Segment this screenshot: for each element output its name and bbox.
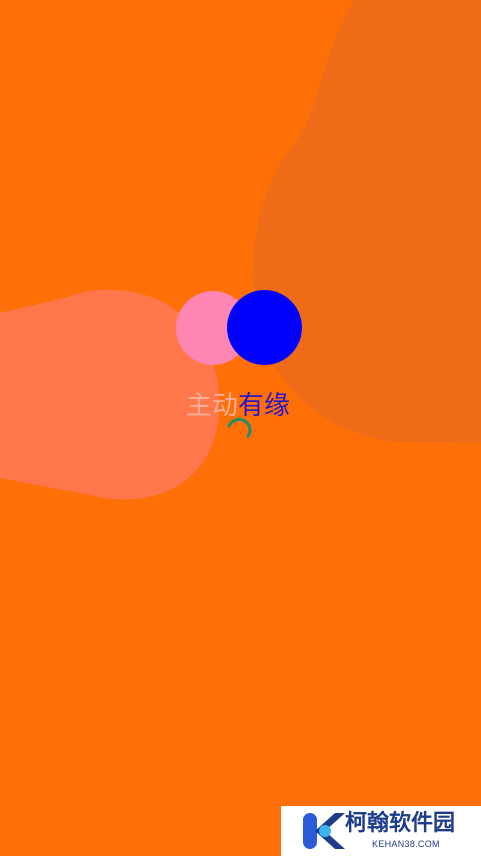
logo-blue-circle	[227, 290, 302, 365]
watermark-banner: 柯翰软件园 KEHAN38.COM	[281, 806, 481, 856]
watermark-subtitle: KEHAN38.COM	[372, 839, 440, 849]
watermark-title: 柯翰软件园	[345, 811, 456, 836]
loading-spinner-icon	[227, 417, 252, 438]
k-logo-icon	[303, 813, 345, 849]
app-logo	[176, 290, 302, 366]
right-blob	[252, 0, 481, 443]
splash-screen: 主动有缘 柯翰软件园 KEHAN38.COM	[0, 0, 481, 856]
